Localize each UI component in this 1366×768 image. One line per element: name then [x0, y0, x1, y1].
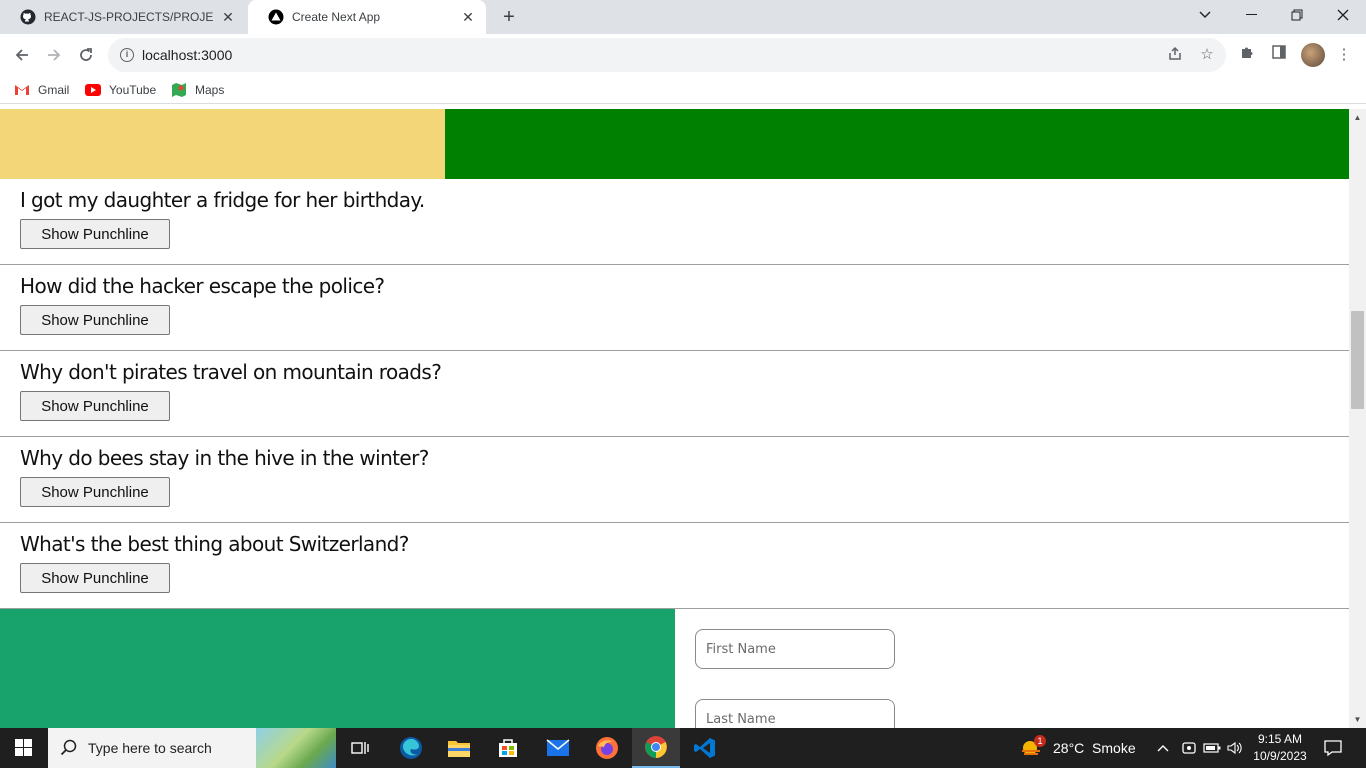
bookmark-youtube[interactable]: YouTube — [85, 82, 156, 98]
maps-icon — [171, 82, 187, 98]
last-name-field[interactable] — [695, 699, 895, 728]
tab-create-next-app[interactable]: Create Next App ✕ — [248, 0, 486, 34]
share-icon[interactable] — [1166, 46, 1184, 64]
form-green-panel — [0, 609, 675, 728]
show-hidden-icons-chevron-icon[interactable] — [1156, 728, 1170, 768]
windows-start-icon[interactable] — [0, 728, 48, 768]
youtube-icon — [85, 82, 101, 98]
close-tab-icon[interactable]: ✕ — [460, 9, 476, 25]
site-info-icon[interactable]: i — [120, 48, 134, 62]
joke-question: How did the hacker escape the police? — [20, 274, 385, 298]
microsoft-store-icon[interactable] — [484, 728, 532, 768]
edge-browser-icon[interactable] — [387, 728, 435, 768]
search-icon — [60, 739, 78, 757]
weather-text: 28°C Smoke — [1053, 740, 1136, 756]
joke-card: Why do bees stay in the hive in the wint… — [0, 437, 1349, 523]
show-punchline-button[interactable]: Show Punchline — [20, 305, 170, 335]
joke-card: What's the best thing about Switzerland?… — [0, 523, 1349, 609]
bookmarks-bar: Gmail YouTube Maps — [0, 76, 1366, 104]
hero-green-block — [445, 109, 1349, 179]
task-view-icon[interactable] — [336, 728, 384, 768]
weather-sun-icon: 1 — [1020, 735, 1046, 759]
minimize-button[interactable] — [1228, 0, 1274, 30]
scroll-up-arrow-icon[interactable]: ▲ — [1349, 109, 1366, 126]
close-window-button[interactable] — [1320, 0, 1366, 30]
tab-github[interactable]: REACT-JS-PROJECTS/PROJECT 0 ✕ — [0, 0, 246, 34]
search-placeholder: Type here to search — [88, 740, 212, 756]
file-explorer-icon[interactable] — [435, 728, 483, 768]
bookmark-label: YouTube — [109, 83, 157, 97]
joke-card: How did the hacker escape the police? Sh… — [0, 265, 1349, 351]
scroll-down-arrow-icon[interactable]: ▼ — [1349, 711, 1366, 728]
tab-strip: REACT-JS-PROJECTS/PROJECT 0 ✕ Create Nex… — [0, 0, 1366, 34]
gmail-icon — [14, 82, 30, 98]
close-tab-icon[interactable]: ✕ — [220, 9, 236, 25]
bookmark-gmail[interactable]: Gmail — [14, 82, 69, 98]
tab-search-icon[interactable] — [1182, 0, 1228, 30]
taskbar-clock[interactable]: 9:15 AM 10/9/2023 — [1248, 731, 1312, 765]
hero-yellow-block — [0, 109, 445, 179]
bookmark-maps[interactable]: Maps — [171, 82, 224, 98]
scrollbar-thumb[interactable] — [1351, 311, 1364, 409]
firefox-icon[interactable] — [583, 728, 631, 768]
forward-icon[interactable] — [41, 42, 67, 68]
joke-card: I got my daughter a fridge for her birth… — [0, 179, 1349, 265]
battery-icon[interactable] — [1203, 728, 1221, 768]
back-icon[interactable] — [9, 42, 35, 68]
side-panel-icon[interactable] — [1268, 44, 1290, 66]
weather-widget[interactable]: 1 28°C Smoke — [1020, 728, 1136, 768]
show-punchline-button[interactable]: Show Punchline — [20, 391, 170, 421]
first-name-field[interactable] — [695, 629, 895, 669]
page-scrollbar[interactable]: ▲ ▼ — [1349, 109, 1366, 728]
page-viewport: I got my daughter a fridge for her birth… — [0, 109, 1366, 728]
notifications-icon[interactable] — [1323, 728, 1343, 768]
show-punchline-button[interactable]: Show Punchline — [20, 219, 170, 249]
joke-question: I got my daughter a fridge for her birth… — [20, 188, 425, 212]
chrome-icon[interactable] — [632, 728, 680, 768]
menu-kebab-icon[interactable]: ⋮ — [1333, 44, 1355, 66]
extensions-icon[interactable] — [1236, 44, 1258, 66]
profile-avatar[interactable] — [1301, 43, 1325, 67]
show-punchline-button[interactable]: Show Punchline — [20, 563, 170, 593]
url-text: localhost:3000 — [142, 47, 233, 63]
clock-time: 9:15 AM — [1257, 732, 1303, 746]
reload-icon[interactable] — [73, 42, 99, 68]
mail-icon[interactable] — [534, 728, 582, 768]
tab-title: Create Next App — [292, 10, 381, 24]
bookmark-star-icon[interactable]: ☆ — [1198, 46, 1216, 64]
joke-question: Why do bees stay in the hive in the wint… — [20, 446, 429, 470]
joke-question: What's the best thing about Switzerland? — [20, 532, 409, 556]
search-highlight-image — [256, 728, 336, 768]
bookmark-label: Gmail — [38, 83, 70, 97]
github-icon — [20, 9, 36, 25]
joke-card: Why don't pirates travel on mountain roa… — [0, 351, 1349, 437]
new-tab-button[interactable]: + — [498, 6, 520, 28]
vscode-icon[interactable] — [681, 728, 729, 768]
joke-question: Why don't pirates travel on mountain roa… — [20, 360, 442, 384]
weather-alert-badge: 1 — [1034, 735, 1046, 747]
nextjs-icon — [268, 9, 284, 25]
clock-date: 10/9/2023 — [1253, 749, 1307, 763]
meet-now-icon[interactable] — [1181, 728, 1197, 768]
show-punchline-button[interactable]: Show Punchline — [20, 477, 170, 507]
address-bar[interactable]: i localhost:3000 ☆ — [108, 38, 1226, 72]
tab-title: REACT-JS-PROJECTS/PROJECT 0 — [44, 10, 214, 24]
volume-icon[interactable] — [1227, 728, 1243, 768]
browser-toolbar: i localhost:3000 ☆ ⋮ — [0, 34, 1366, 76]
bookmark-label: Maps — [195, 83, 225, 97]
restore-button[interactable] — [1274, 0, 1320, 30]
windows-taskbar: Type here to search 1 28°C Smoke 9:15 AM… — [0, 728, 1366, 768]
taskbar-search-box[interactable]: Type here to search — [48, 728, 336, 768]
